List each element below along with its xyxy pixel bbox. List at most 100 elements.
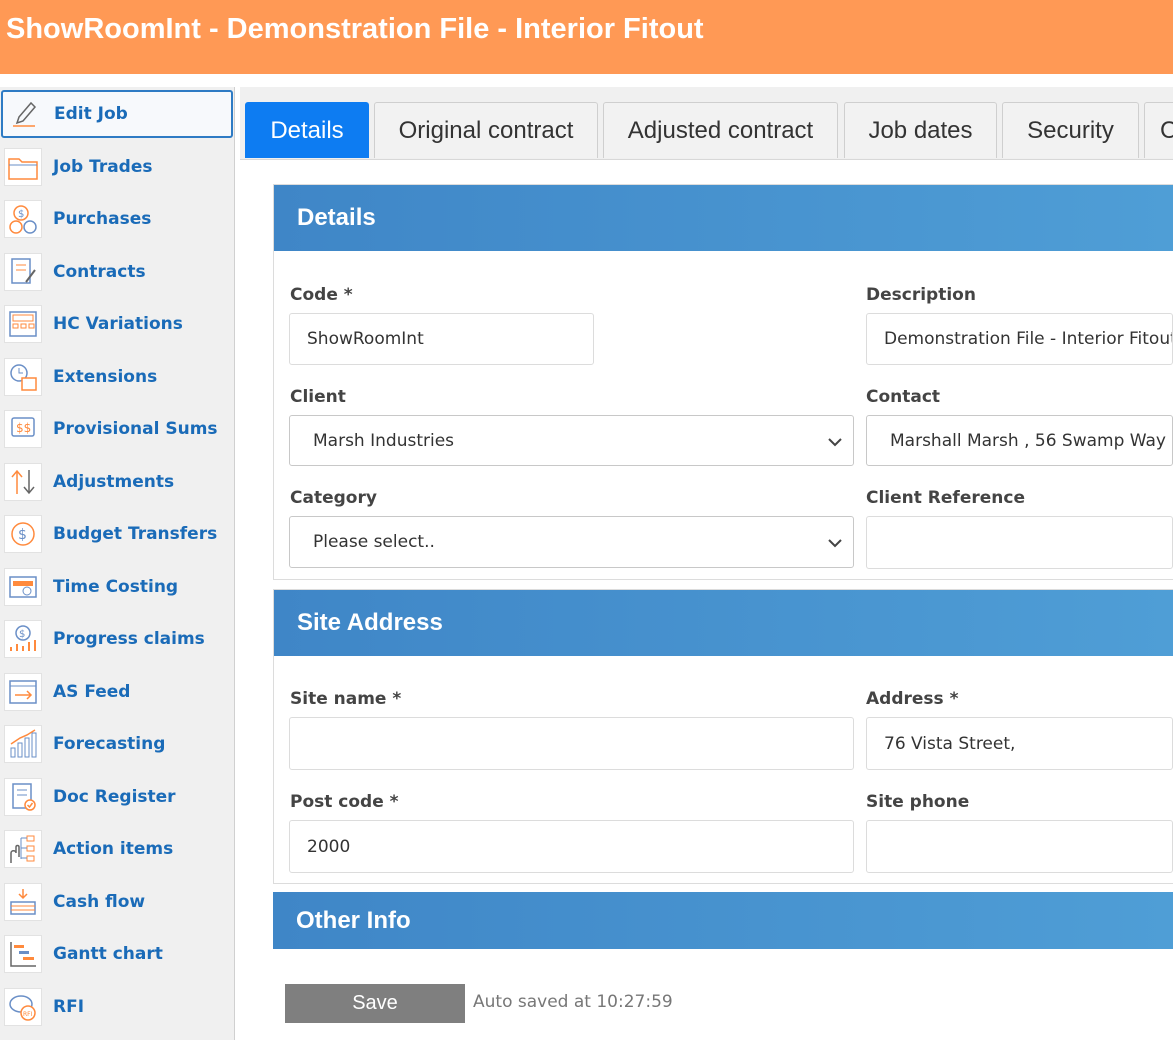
feed-icon [4,673,42,711]
document-check-icon [4,778,42,816]
post-code-label: Post code * [290,792,399,812]
sidebar-item-label: RFI [53,997,85,1017]
site-name-field[interactable] [289,717,854,770]
category-label: Category [290,488,377,508]
sidebar-item-label: Cash flow [53,892,146,912]
chevron-down-icon [828,438,842,447]
sidebar: Edit Job Job Trades $ Purchases Contract… [0,87,235,1040]
sidebar-item-extensions[interactable]: Extensions [0,353,232,401]
sidebar-item-action-items[interactable]: Action items [0,825,232,873]
coins-icon: $ [4,200,42,238]
progress-claim-icon: $ [4,620,42,658]
sidebar-item-label: Doc Register [53,787,176,807]
post-code-field[interactable]: 2000 [289,820,854,873]
tab-bar: Details Original contract Adjusted contr… [240,87,1173,160]
tab-job-dates[interactable]: Job dates [844,102,997,158]
site-address-panel-title: Site Address [297,609,443,636]
sidebar-item-cash-flow[interactable]: Cash flow [0,878,232,926]
code-field[interactable]: ShowRoomInt [289,313,594,365]
sidebar-item-forecasting[interactable]: Forecasting [0,720,232,768]
site-phone-label: Site phone [866,792,970,812]
sidebar-item-label: Forecasting [53,734,166,754]
sidebar-item-label: Contracts [53,262,146,282]
contact-label: Contact [866,387,941,407]
client-reference-label: Client Reference [866,488,1025,508]
hand-tree-icon [4,830,42,868]
sidebar-item-job-trades[interactable]: Job Trades [0,143,232,191]
sidebar-item-label: Purchases [53,209,152,229]
sidebar-item-label: Budget Transfers [53,524,218,544]
client-select[interactable]: Marsh Industries [289,415,854,466]
tab-security[interactable]: Security [1002,102,1139,158]
autosave-status: Auto saved at 10:27:59 [473,992,673,1012]
site-name-label: Site name * [290,689,402,709]
site-phone-field[interactable] [866,820,1173,873]
rfi-chat-icon: RFI [4,988,42,1026]
details-panel-title: Details [297,204,376,231]
sidebar-item-label: Adjustments [53,472,175,492]
description-field[interactable]: Demonstration File - Interior Fitout [866,313,1173,365]
client-select-value: Marsh Industries [313,430,455,451]
sidebar-item-label: Job Trades [53,157,153,177]
address-field[interactable]: 76 Vista Street, [866,717,1173,770]
svg-text:$: $ [19,629,25,640]
time-costing-icon [4,568,42,606]
chevron-down-icon [828,539,842,548]
tab-details[interactable]: Details [245,102,369,158]
folder-icon [4,148,42,186]
dollar-chat-icon: $$ [4,410,42,448]
sidebar-item-hc-variations[interactable]: HC Variations [0,300,232,348]
address-label: Address * [866,689,959,709]
client-label: Client [290,387,346,407]
sidebar-item-edit-job[interactable]: Edit Job [1,90,233,138]
sidebar-item-provisional-sums[interactable]: $$ Provisional Sums [0,405,232,453]
sidebar-item-gantt-chart[interactable]: Gantt chart [0,930,232,978]
app-title: ShowRoomInt - Demonstration File - Inter… [6,13,704,45]
title-bar: ShowRoomInt - Demonstration File - Inter… [0,0,1173,74]
sidebar-item-label: Extensions [53,367,158,387]
other-info-panel: Other Info [273,892,1173,949]
pencil-icon [5,95,43,133]
up-down-arrows-icon [4,463,42,501]
svg-text:$: $ [18,209,24,220]
sidebar-item-contracts[interactable]: Contracts [0,248,232,296]
svg-text:RFI: RFI [23,1011,33,1018]
tab-partial[interactable]: C [1144,102,1173,158]
sidebar-item-rfi[interactable]: RFI RFI [0,983,232,1031]
svg-text:$: $ [18,527,27,543]
sidebar-item-purchases[interactable]: $ Purchases [0,195,232,243]
sidebar-item-adjustments[interactable]: Adjustments [0,458,232,506]
details-panel-header[interactable]: Details [274,185,1173,251]
other-info-panel-title: Other Info [296,907,411,934]
gantt-icon [4,935,42,973]
sidebar-item-progress-claims[interactable]: $ Progress claims [0,615,232,663]
save-button[interactable]: Save [285,984,465,1023]
category-select-value: Please select.. [313,532,435,552]
bar-chart-icon [4,725,42,763]
tab-original-contract[interactable]: Original contract [374,102,598,158]
sidebar-item-doc-register[interactable]: Doc Register [0,773,232,821]
sidebar-item-time-costing[interactable]: Time Costing [0,563,232,611]
sidebar-item-label: Action items [53,839,174,859]
site-address-panel-header[interactable]: Site Address [274,590,1173,656]
sidebar-item-label: Time Costing [53,577,179,597]
client-reference-field[interactable] [866,516,1173,569]
sidebar-item-label: Progress claims [53,629,205,649]
sidebar-item-label: HC Variations [53,314,183,334]
contract-icon [4,253,42,291]
clock-calendar-icon [4,358,42,396]
svg-text:$$: $$ [16,421,31,435]
contact-select-value: Marshall Marsh , 56 Swamp Way [890,430,1166,451]
sidebar-item-budget-transfers[interactable]: $ Budget Transfers [0,510,232,558]
cash-stack-icon [4,883,42,921]
dollar-transfer-icon: $ [4,515,42,553]
sidebar-item-label: Provisional Sums [53,419,218,439]
sidebar-item-label: Edit Job [54,104,128,124]
category-select[interactable]: Please select.. [289,516,854,568]
tab-adjusted-contract[interactable]: Adjusted contract [603,102,838,158]
contact-select[interactable]: Marshall Marsh , 56 Swamp Way [866,415,1173,466]
other-info-panel-header[interactable]: Other Info [273,892,1173,949]
sidebar-item-label: AS Feed [53,682,131,702]
code-label: Code * [290,285,353,305]
sidebar-item-as-feed[interactable]: AS Feed [0,668,232,716]
